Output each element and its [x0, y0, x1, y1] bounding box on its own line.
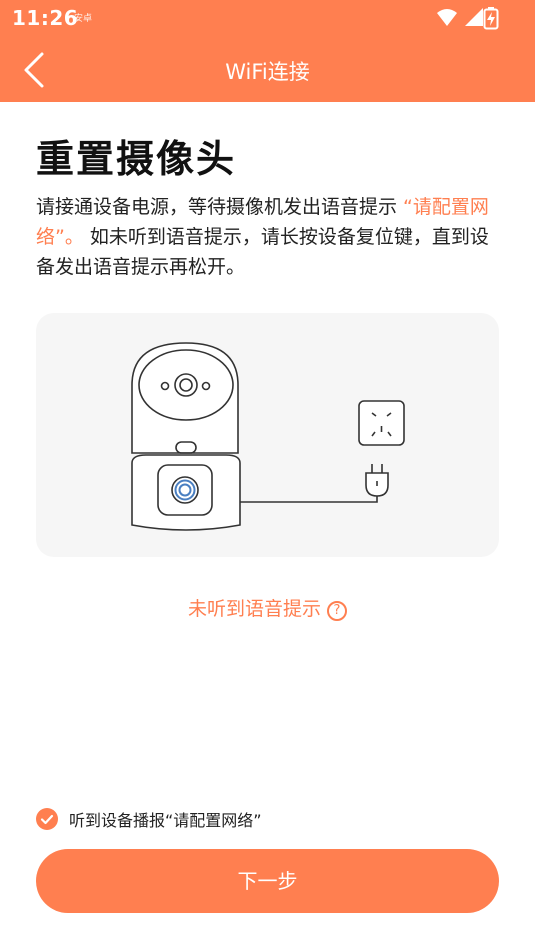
instruction-prefix: 请接通设备电源，等待摄像机发出语音提示: [36, 196, 404, 218]
status-time: 11:26: [12, 6, 79, 30]
instruction-suffix: 如未听到语音提示，请长按设备复位键，直到设备发出语音提示再松开。: [36, 226, 489, 278]
checkmark-icon: [40, 814, 54, 825]
status-bar: 11:26 安卓: [0, 0, 535, 36]
next-step-button[interactable]: 下一步: [36, 849, 499, 913]
voice-heard-label: 听到设备播报“请配置网络”: [69, 811, 262, 830]
camera-plugged-into-outlet-illustration: [131, 342, 405, 531]
battery-charging-icon: [483, 7, 499, 30]
instruction-text: 请接通设备电源，等待摄像机发出语音提示 “请配置网络”。 如未听到语音提示，请长…: [36, 192, 496, 282]
no-voice-prompt-label: 未听到语音提示: [187, 598, 321, 620]
voice-heard-confirm[interactable]: 听到设备播报“请配置网络”: [36, 806, 262, 832]
no-voice-prompt-link[interactable]: 未听到语音提示?: [0, 594, 535, 621]
app-title: WiFi连接: [225, 60, 310, 84]
camera-illustration: [36, 313, 499, 557]
question-circle-icon: ?: [327, 601, 347, 621]
wifi-icon: [437, 9, 457, 26]
page-title: 重置摄像头: [36, 137, 237, 181]
signal-icon: [465, 8, 483, 26]
status-carrier: 安卓: [74, 14, 93, 24]
app-bar: WiFi连接: [0, 36, 535, 102]
check-circle-icon[interactable]: [36, 808, 58, 830]
